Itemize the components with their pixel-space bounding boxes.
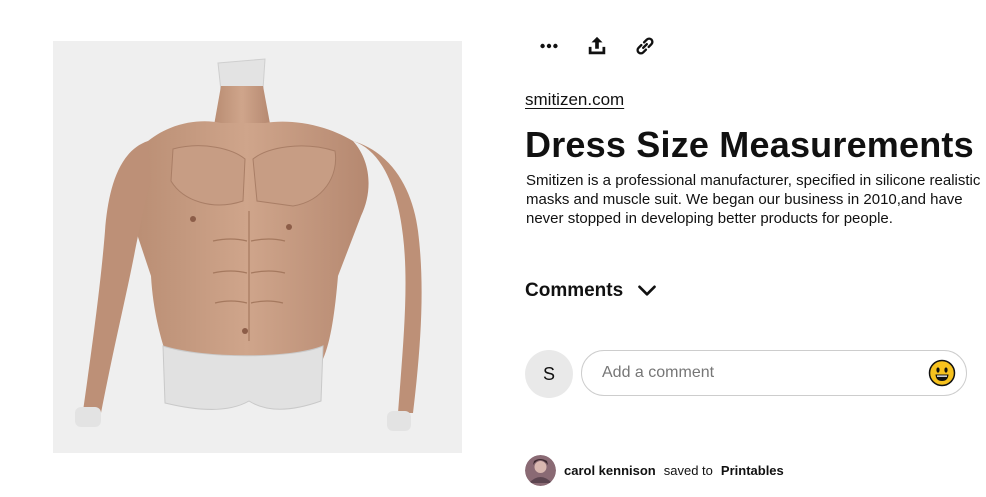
more-horizontal-icon [540,43,558,49]
pin-actions [536,32,658,60]
saver-name[interactable]: carol kennison [564,463,656,478]
comments-toggle[interactable]: Comments [525,280,657,302]
board-name-link[interactable]: Printables [721,463,784,478]
copy-link-button[interactable] [632,33,658,59]
saver-avatar[interactable] [525,455,556,486]
source-link[interactable]: smitizen.com [525,90,624,110]
pin-title: Dress Size Measurements [525,124,974,165]
share-upload-icon [588,36,606,55]
comments-label: Comments [525,280,624,301]
saved-to-text: saved to [663,463,713,478]
more-options-button[interactable] [536,33,562,59]
comment-box [581,350,967,396]
emoji-button[interactable] [928,359,956,387]
share-button[interactable] [584,33,610,59]
user-avatar[interactable]: S [525,350,573,398]
pin-image[interactable] [53,41,462,453]
smiley-emoji-icon [928,359,956,387]
muscle-suit-image [53,41,462,453]
link-icon [636,37,654,55]
comment-input[interactable] [600,363,928,383]
saved-by-row: carol kennison saved to Printables [525,455,784,486]
pin-description: Smitizen is a professional manufacturer,… [526,172,981,227]
chevron-down-icon [637,281,657,301]
